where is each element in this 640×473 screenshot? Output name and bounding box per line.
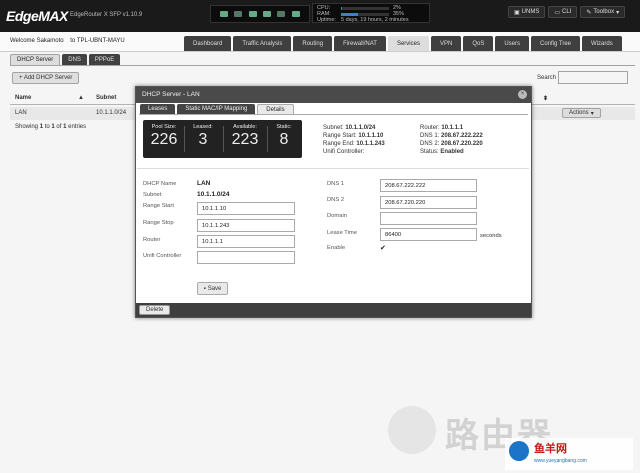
port-status-panel (210, 5, 310, 23)
welcome-text: Welcome Sakamoto to TPL-UBNT-MAYU (10, 38, 125, 44)
tab-divider (139, 114, 528, 115)
dhcp-name-label: DHCP Name (143, 181, 177, 187)
domain-label: Domain (327, 213, 347, 219)
ram-bar (341, 12, 389, 16)
uptime-label: Uptime: (317, 17, 336, 23)
unms-button[interactable]: ▣ UNMS (508, 6, 546, 18)
dns2-label: DNS 2 (327, 197, 345, 203)
domain-input[interactable] (380, 212, 477, 225)
nav-tab-firewall-nat[interactable]: Firewall/NAT (334, 36, 386, 51)
terminal-icon: ▭ (554, 9, 561, 16)
wrench-icon: ✎ (586, 9, 592, 16)
sub-header: Welcome Sakamoto to TPL-UBNT-MAYU Dashbo… (0, 32, 640, 52)
port-icon (277, 11, 286, 17)
toolbox-button[interactable]: ✎ Toolbox ▾ (580, 6, 626, 18)
port-icon (234, 11, 243, 17)
watermark-site-name: 鱼羊网 (534, 442, 567, 455)
nav-tab-routing[interactable]: Routing (293, 36, 333, 51)
watermark-url: www.yueyangbang.com (534, 458, 587, 464)
top-bar: EdgeMAX EdgeRouter X SFP v1.10.9 CPU: 2%… (0, 0, 640, 32)
range-start-input[interactable]: 10.1.1.10 (197, 202, 295, 215)
watermark-site-icon (509, 441, 529, 461)
range-stop-input[interactable]: 10.1.1.243 (197, 219, 295, 232)
dns1-label: DNS 1 (327, 181, 345, 187)
port-icon (248, 11, 257, 17)
nav-tab-config-tree[interactable]: Config Tree (531, 36, 581, 51)
unifi-controller-label: Unifi Controller (143, 253, 182, 259)
range-start-label: Range Start (143, 203, 174, 209)
system-stats: CPU: 2% RAM: 35% Uptime: 5 days, 19 hour… (312, 3, 430, 23)
enable-checkbox[interactable]: ✔ (380, 245, 387, 252)
subnet-value: 10.1.1.0/24 (197, 191, 230, 198)
dialog-tab-leases[interactable]: Leases (140, 104, 176, 114)
close-icon[interactable]: × (518, 90, 527, 99)
pool-stats-panel: Pool Size: 226 Leased: 3 Available: 223 … (143, 120, 302, 158)
summary-left: Subnet: 10.1.1.0/24 Range Start: 10.1.1.… (323, 125, 385, 155)
chevron-down-icon: ▾ (616, 9, 620, 16)
save-button[interactable]: ▪ Save (197, 282, 228, 295)
nav-tab-users[interactable]: Users (495, 36, 529, 51)
nav-tab-wizards[interactable]: Wizards (582, 36, 622, 51)
nav-tab-qos[interactable]: QoS (463, 36, 494, 51)
main-nav: Dashboard Traffic Analysis Routing Firewall… (184, 36, 622, 51)
pool-size-stat: Pool Size: 226 (150, 124, 178, 148)
range-stop-label: Range Stop (143, 220, 174, 226)
lease-time-input[interactable]: 86400 (380, 228, 477, 241)
nav-tab-vpn[interactable]: VPN (430, 36, 462, 51)
leased-stat: Leased: 3 (193, 124, 213, 148)
dialog-tab-details[interactable]: Details (257, 104, 294, 114)
nav-tab-dashboard[interactable]: Dashboard (184, 36, 232, 51)
cpu-bar (341, 6, 389, 10)
dialog-title: DHCP Server - LAN (136, 87, 531, 103)
unms-icon: ▣ (514, 9, 520, 16)
dialog-footer (136, 303, 531, 317)
router-model: EdgeRouter X SFP v1.10.9 (70, 12, 143, 18)
watermark-logo-icon (388, 406, 436, 454)
subnet-label: Subnet (143, 192, 162, 198)
nav-tab-services[interactable]: Services (387, 36, 429, 51)
router-input[interactable]: 10.1.1.1 (197, 235, 295, 248)
static-stat: Static: 8 (276, 124, 292, 148)
nav-tab-traffic-analysis[interactable]: Traffic Analysis (233, 36, 292, 51)
port-icon (220, 11, 229, 17)
dialog-tab-static-mac-ip-mapping[interactable]: Static MAC/IP Mapping (177, 104, 256, 114)
dhcp-name-value: LAN (197, 180, 211, 187)
save-icon: ▪ (203, 285, 206, 292)
delete-button[interactable]: Delete (139, 305, 171, 315)
port-icon (291, 11, 300, 17)
cli-button[interactable]: ▭ CLI (548, 6, 578, 18)
unifi-controller-input[interactable] (197, 251, 295, 264)
dialog-tabs: Leases Static MAC/IP Mapping Details (140, 104, 294, 114)
port-icon (263, 11, 272, 17)
enable-label: Enable (327, 245, 346, 251)
section-divider (137, 168, 529, 169)
summary-right: Router: 10.1.1.1 DNS 1: 208.67.222.222 D… (420, 125, 483, 155)
lease-unit: seconds (480, 233, 502, 239)
router-label: Router (143, 237, 161, 243)
uptime-value: 5 days, 19 hours, 2 minutes (341, 17, 409, 23)
dns1-input[interactable]: 208.67.222.222 (380, 179, 477, 192)
dns2-input[interactable]: 208.67.220.220 (380, 196, 477, 209)
lease-time-label: Lease Time (327, 230, 357, 236)
available-stat: Available: 223 (231, 124, 259, 148)
edgemax-logo: EdgeMAX (6, 8, 68, 24)
